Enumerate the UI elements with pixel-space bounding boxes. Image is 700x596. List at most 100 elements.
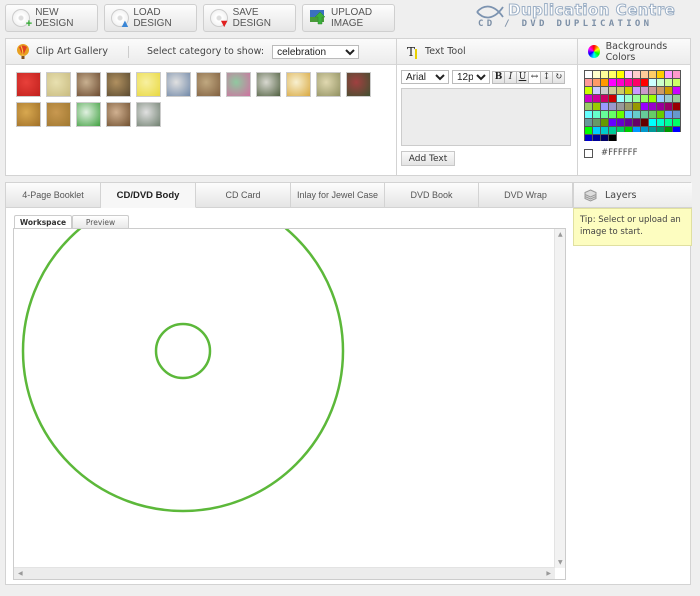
color-swatch[interactable] (649, 127, 656, 134)
clipart-thumb-gold-sand[interactable] (46, 102, 71, 127)
color-swatch[interactable] (585, 71, 592, 78)
color-swatch[interactable] (641, 103, 648, 110)
color-swatch[interactable] (585, 87, 592, 94)
color-swatch[interactable] (657, 111, 664, 118)
color-swatch[interactable] (617, 71, 624, 78)
color-swatch[interactable] (633, 119, 640, 126)
clipart-thumb-figures[interactable] (196, 72, 221, 97)
color-swatch[interactable] (641, 71, 648, 78)
color-swatch[interactable] (673, 95, 680, 102)
color-swatch[interactable] (625, 71, 632, 78)
clipart-thumb-star-cookie[interactable] (136, 72, 161, 97)
color-swatch[interactable] (657, 119, 664, 126)
color-swatch[interactable] (633, 87, 640, 94)
size-select[interactable]: 12pt (452, 70, 490, 84)
tab-dvd-book[interactable]: DVD Book (385, 183, 479, 208)
clipart-thumb-gold-bow[interactable] (286, 72, 311, 97)
color-swatch[interactable] (649, 79, 656, 86)
color-swatch[interactable] (641, 127, 648, 134)
color-swatch[interactable] (601, 79, 608, 86)
color-swatch[interactable] (625, 79, 632, 86)
color-swatch[interactable] (657, 87, 664, 94)
color-swatch[interactable] (617, 79, 624, 86)
color-swatch[interactable] (665, 87, 672, 94)
clipart-thumb-wreath[interactable] (346, 72, 371, 97)
color-swatch[interactable] (665, 119, 672, 126)
color-swatch[interactable] (609, 103, 616, 110)
color-swatch[interactable] (665, 127, 672, 134)
color-swatch[interactable] (585, 111, 592, 118)
color-swatch[interactable] (673, 79, 680, 86)
color-swatch[interactable] (617, 111, 624, 118)
category-select[interactable]: celebration (272, 44, 360, 59)
color-swatch[interactable] (657, 71, 664, 78)
clipart-thumb-sparkles[interactable] (136, 102, 161, 127)
subtab-preview[interactable]: Preview (72, 215, 129, 228)
color-swatch[interactable] (673, 71, 680, 78)
add-text-button[interactable]: Add Text (401, 151, 455, 166)
color-swatch[interactable] (609, 79, 616, 86)
color-swatch[interactable] (657, 127, 664, 134)
color-swatch[interactable] (593, 135, 600, 141)
color-swatch[interactable] (601, 103, 608, 110)
color-swatch[interactable] (601, 119, 608, 126)
color-swatch[interactable] (585, 135, 592, 141)
color-swatch[interactable] (601, 95, 608, 102)
color-swatch[interactable] (609, 87, 616, 94)
color-swatch[interactable] (593, 127, 600, 134)
tab-cd-dvd-body[interactable]: CD/DVD Body (101, 183, 196, 208)
tab-cd-card[interactable]: CD Card (196, 183, 291, 208)
transparent-checkbox[interactable] (584, 148, 593, 158)
color-swatch[interactable] (593, 79, 600, 86)
clipart-thumb-ornaments[interactable] (76, 72, 101, 97)
color-swatch[interactable] (609, 135, 616, 141)
color-swatch[interactable] (673, 119, 680, 126)
color-swatch[interactable] (649, 71, 656, 78)
tab-inlay-jewel-case[interactable]: Inlay for Jewel Case (291, 183, 385, 208)
color-swatch[interactable] (665, 103, 672, 110)
upload-image-button[interactable]: UPLOAD IMAGE (302, 4, 395, 32)
color-swatch[interactable] (633, 127, 640, 134)
color-swatch[interactable] (585, 103, 592, 110)
color-swatch[interactable] (673, 87, 680, 94)
color-swatch[interactable] (641, 95, 648, 102)
horizontal-scrollbar[interactable]: ◀ ▶ (14, 567, 555, 579)
clipart-thumb-gold-glitter[interactable] (16, 102, 41, 127)
color-swatch[interactable] (633, 95, 640, 102)
rotate-icon[interactable]: ↻ (552, 70, 565, 84)
load-design-button[interactable]: ▲ LOAD DESIGN (104, 4, 197, 32)
color-swatch[interactable] (665, 111, 672, 118)
scroll-down-icon[interactable]: ▼ (558, 559, 563, 566)
color-swatch[interactable] (657, 103, 664, 110)
clipart-thumb-gold-bauble[interactable] (46, 72, 71, 97)
color-swatch[interactable] (633, 103, 640, 110)
color-swatch[interactable] (593, 95, 600, 102)
color-swatch[interactable] (625, 127, 632, 134)
color-swatch[interactable] (601, 87, 608, 94)
color-swatch[interactable] (609, 71, 616, 78)
clipart-thumb-gold-ribbon[interactable] (316, 72, 341, 97)
color-swatch[interactable] (585, 119, 592, 126)
color-swatch[interactable] (601, 71, 608, 78)
color-swatch[interactable] (649, 87, 656, 94)
tab-dvd-wrap[interactable]: DVD Wrap (479, 183, 573, 208)
save-design-button[interactable]: ▼ SAVE DESIGN (203, 4, 296, 32)
vertical-scrollbar[interactable]: ▲ ▼ (554, 229, 565, 568)
color-swatch[interactable] (665, 95, 672, 102)
color-swatch[interactable] (625, 119, 632, 126)
color-swatch[interactable] (649, 103, 656, 110)
color-swatch[interactable] (657, 79, 664, 86)
color-swatch[interactable] (649, 111, 656, 118)
color-swatch[interactable] (593, 87, 600, 94)
color-swatch[interactable] (609, 111, 616, 118)
color-swatch[interactable] (641, 111, 648, 118)
color-swatch[interactable] (625, 103, 632, 110)
color-swatch[interactable] (641, 79, 648, 86)
color-swatch[interactable] (593, 103, 600, 110)
color-swatch[interactable] (617, 119, 624, 126)
subtab-workspace[interactable]: Workspace (14, 215, 72, 228)
color-swatch[interactable] (585, 95, 592, 102)
color-swatch[interactable] (649, 95, 656, 102)
color-swatch[interactable] (609, 127, 616, 134)
color-swatch[interactable] (601, 135, 608, 141)
